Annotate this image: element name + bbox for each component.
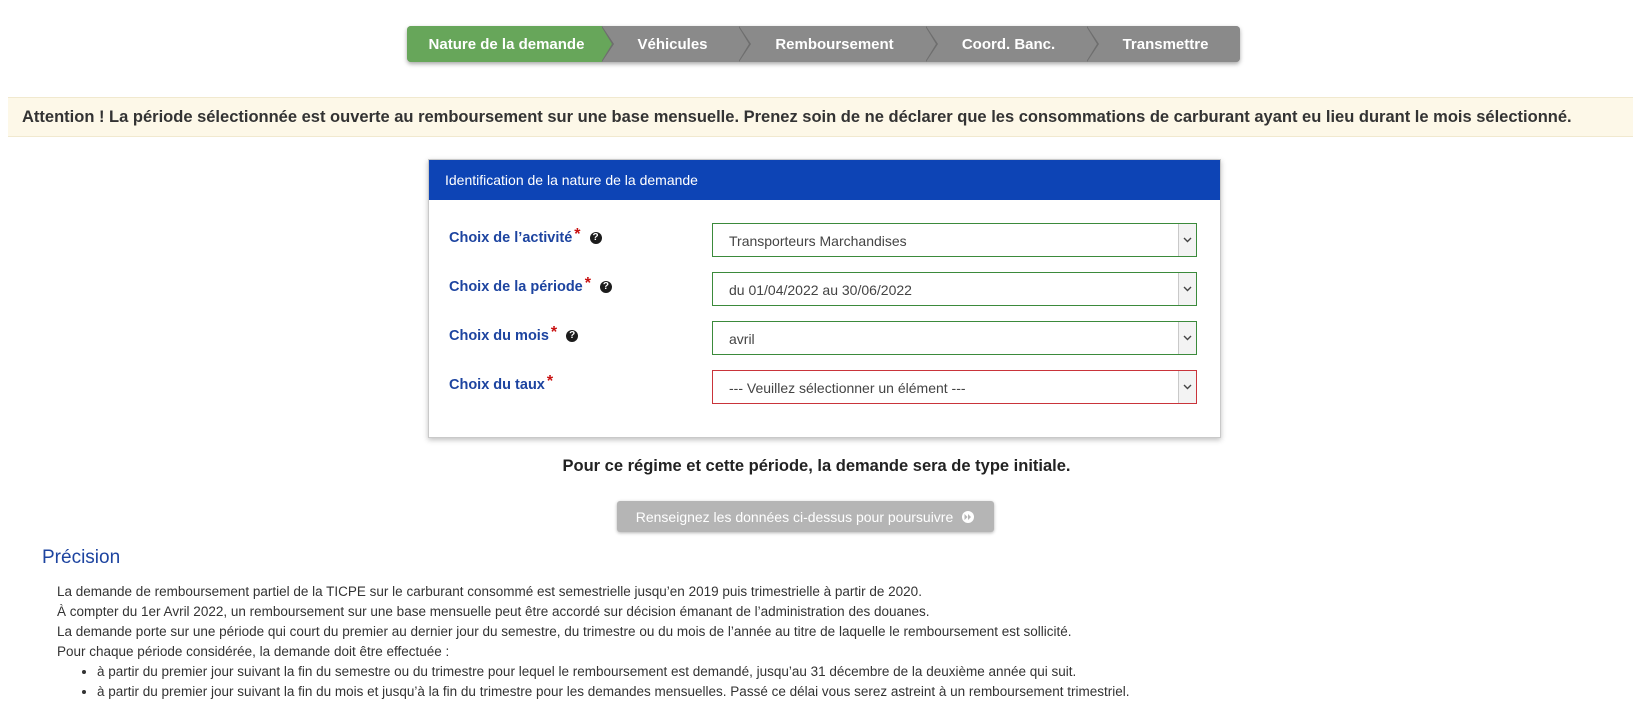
select-value: avril	[729, 331, 755, 347]
continue-button[interactable]: Renseignez les données ci-dessus pour po…	[617, 501, 994, 532]
precision-paragraph: La demande porte sur une période qui cou…	[57, 624, 1072, 639]
chevron-down-icon	[1178, 371, 1196, 403]
nature-demande-panel: Identification de la nature de la demand…	[428, 159, 1221, 438]
precision-paragraph: À compter du 1er Avril 2022, un rembours…	[57, 604, 930, 619]
list-item: à partir du premier jour suivant la fin …	[97, 662, 1129, 682]
select-value: Transporteurs Marchandises	[729, 233, 907, 249]
activite-select[interactable]: Transporteurs Marchandises	[712, 223, 1197, 257]
required-marker: *	[584, 275, 591, 292]
precision-heading: Précision	[42, 547, 121, 568]
step-remboursement[interactable]: Remboursement	[739, 26, 938, 62]
field-label: Choix du mois * ?	[449, 324, 579, 345]
warning-alert: Attention ! La période sélectionnée est …	[8, 97, 1633, 137]
step-label: Remboursement	[775, 35, 894, 53]
required-marker: *	[574, 226, 581, 243]
periode-select[interactable]: du 01/04/2022 au 30/06/2022	[712, 272, 1197, 306]
form-row-periode: Choix de la période * ? du 01/04/2022 au …	[429, 272, 1220, 308]
question-circle-icon[interactable]: ?	[599, 281, 612, 293]
step-nature-de-la-demande[interactable]: Nature de la demande	[407, 26, 614, 62]
panel-title: Identification de la nature de la demand…	[429, 160, 1220, 200]
field-label: Choix de la période * ?	[449, 275, 612, 296]
select-value: du 01/04/2022 au 30/06/2022	[729, 282, 912, 298]
form-row-activite: Choix de l’activité * ? Transporteurs Mar…	[429, 223, 1220, 259]
required-marker: *	[546, 373, 554, 390]
precision-content: La demande de remboursement partiel de l…	[57, 582, 1129, 702]
chevron-down-icon	[1178, 273, 1196, 305]
precision-paragraph: La demande de remboursement partiel de l…	[57, 584, 922, 599]
chevron-down-icon	[1178, 322, 1196, 354]
precision-list: à partir du premier jour suivant la fin …	[57, 662, 1129, 702]
step-label: Nature de la demande	[428, 35, 585, 53]
field-label: Choix du taux *	[449, 373, 554, 393]
form-row-taux: Choix du taux * --- Veuillez sélectionner…	[429, 370, 1220, 406]
step-label: Coord. Banc.	[961, 35, 1056, 53]
step-label: Véhicules	[637, 35, 708, 53]
fast-forward-icon	[961, 510, 975, 523]
form-row-mois: Choix du mois * ? avril	[429, 321, 1220, 357]
step-label: Transmettre	[1122, 35, 1209, 53]
chevron-down-icon	[1178, 224, 1196, 256]
demande-type-info: Pour ce régime et cette période, la dema…	[562, 457, 1071, 475]
step-transmettre[interactable]: Transmettre	[1087, 26, 1240, 62]
select-value: --- Veuillez sélectionner un élément ---	[729, 380, 966, 396]
field-label: Choix de l’activité * ?	[449, 226, 602, 247]
mois-select[interactable]: avril	[712, 321, 1197, 355]
alert-text: Attention ! La période sélectionnée est …	[22, 107, 1572, 126]
taux-select[interactable]: --- Veuillez sélectionner un élément ---	[712, 370, 1197, 404]
step-progress-bar: Nature de la demande Véhicules Rembourse…	[407, 26, 1240, 62]
step-coord-banc[interactable]: Coord. Banc.	[926, 26, 1099, 62]
required-marker: *	[550, 324, 558, 341]
list-item: à partir du premier jour suivant la fin …	[97, 682, 1129, 702]
precision-paragraph: Pour chaque période considérée, la deman…	[57, 644, 450, 659]
step-vehicules[interactable]: Véhicules	[602, 26, 751, 62]
question-circle-icon[interactable]: ?	[566, 330, 579, 342]
continue-button-label: Renseignez les données ci-dessus pour po…	[635, 508, 954, 525]
question-circle-icon[interactable]: ?	[589, 232, 602, 244]
